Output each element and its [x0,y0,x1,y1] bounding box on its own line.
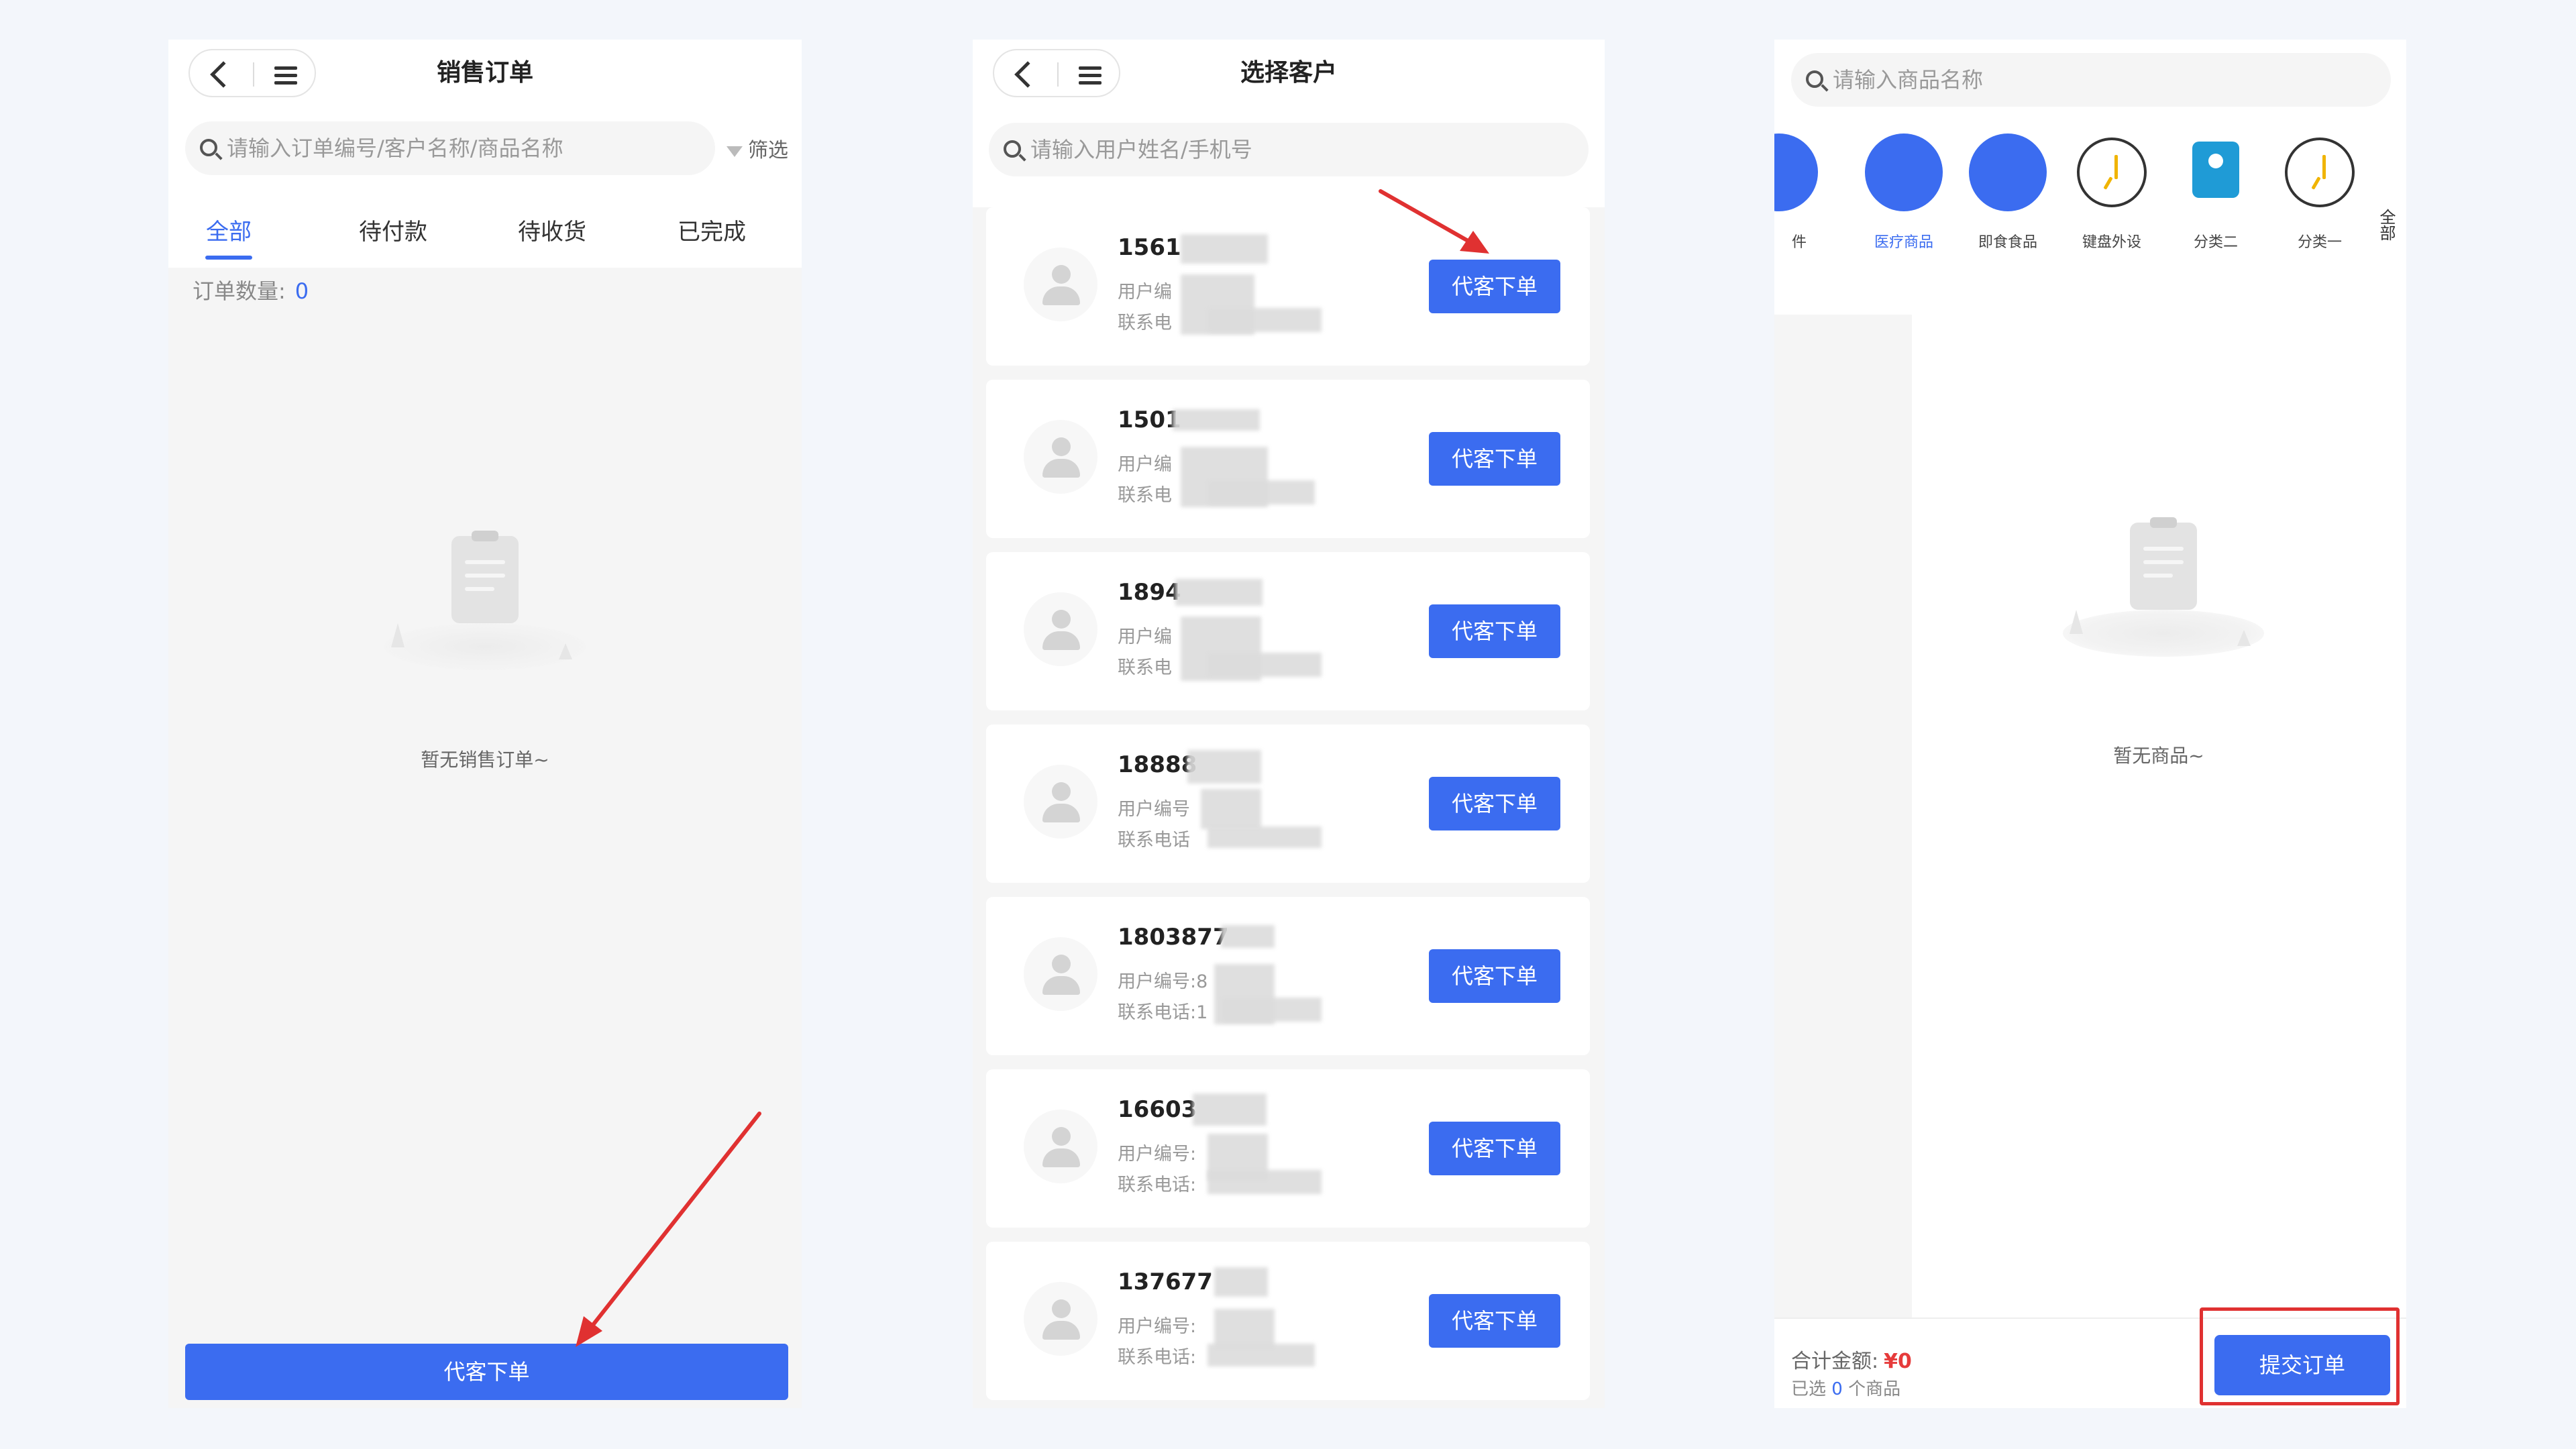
arrow-to-customer-button [1379,189,1489,254]
arrow-to-proxy-order [576,1112,761,1347]
annotation-arrows [576,189,1489,1347]
